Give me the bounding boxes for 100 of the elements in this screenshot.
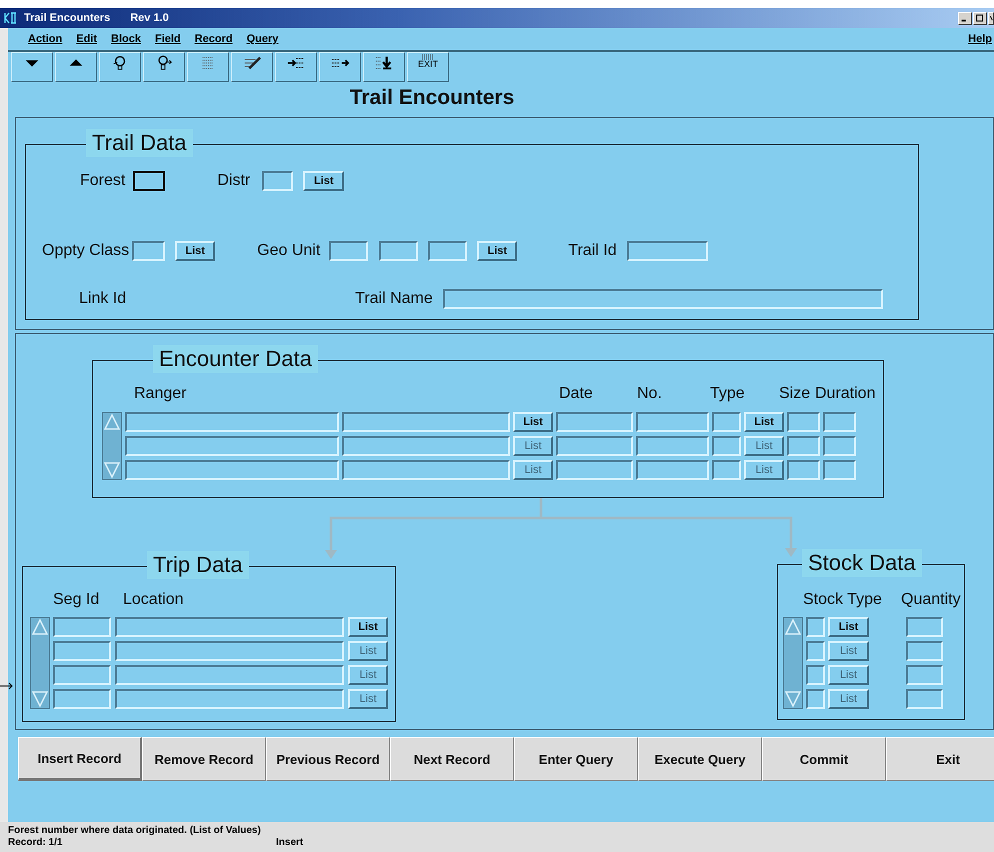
minimize-icon[interactable] bbox=[958, 12, 972, 24]
input-field[interactable] bbox=[906, 617, 943, 637]
input-field[interactable] bbox=[53, 641, 111, 661]
input-field[interactable] bbox=[823, 412, 856, 432]
input-field[interactable] bbox=[442, 289, 883, 309]
list-button[interactable]: List bbox=[828, 617, 869, 637]
input-field[interactable] bbox=[626, 241, 708, 261]
action-button[interactable]: Remove Record bbox=[142, 737, 266, 781]
list-button[interactable]: List bbox=[828, 641, 869, 661]
toolbar-button[interactable] bbox=[319, 52, 361, 82]
input-field[interactable] bbox=[787, 436, 820, 456]
input-field[interactable] bbox=[115, 641, 344, 661]
menu-item[interactable]: Help bbox=[968, 33, 992, 45]
input-field[interactable] bbox=[132, 241, 166, 261]
toolbar-button[interactable] bbox=[275, 52, 317, 82]
input-field[interactable] bbox=[556, 412, 633, 432]
list-button[interactable]: List bbox=[348, 665, 388, 685]
list-button[interactable]: List bbox=[513, 412, 553, 432]
input-field[interactable] bbox=[342, 412, 510, 432]
toolbar-button[interactable] bbox=[55, 52, 97, 82]
menu-item[interactable]: Field bbox=[154, 33, 181, 45]
toolbar-button[interactable] bbox=[11, 52, 53, 82]
list-button[interactable]: List bbox=[744, 460, 784, 480]
scroll-up-icon[interactable] bbox=[103, 413, 121, 431]
list-button[interactable]: List bbox=[477, 241, 518, 261]
input-field[interactable] bbox=[342, 436, 510, 456]
action-button[interactable]: Previous Record bbox=[266, 737, 390, 781]
scroll-down-icon[interactable] bbox=[103, 461, 121, 479]
input-field[interactable] bbox=[428, 241, 468, 261]
scrollbar[interactable] bbox=[783, 617, 803, 709]
list-button[interactable]: List bbox=[348, 617, 388, 637]
list-button[interactable]: List bbox=[828, 665, 869, 685]
input-field[interactable] bbox=[636, 412, 709, 432]
input-field[interactable] bbox=[53, 689, 111, 709]
input-field[interactable] bbox=[906, 665, 943, 685]
action-button[interactable]: Execute Query bbox=[638, 737, 762, 781]
input-field[interactable] bbox=[636, 436, 709, 456]
list-button[interactable]: List bbox=[348, 641, 388, 661]
input-field[interactable] bbox=[115, 689, 344, 709]
list-button[interactable]: List bbox=[175, 241, 216, 261]
input-field[interactable] bbox=[806, 665, 825, 685]
close-icon[interactable] bbox=[988, 12, 994, 24]
scrollbar[interactable] bbox=[30, 617, 50, 709]
list-button[interactable]: List bbox=[744, 412, 784, 432]
toolbar-button[interactable] bbox=[231, 52, 273, 82]
column-header: Quantity bbox=[901, 591, 961, 609]
input-field[interactable] bbox=[806, 641, 825, 661]
toolbar-button[interactable] bbox=[99, 52, 141, 82]
input-field[interactable] bbox=[712, 412, 741, 432]
input-field[interactable] bbox=[636, 460, 709, 480]
input-field[interactable] bbox=[329, 241, 368, 261]
input-field[interactable] bbox=[906, 641, 943, 661]
toolbar-button[interactable] bbox=[143, 52, 185, 82]
input-field[interactable] bbox=[712, 460, 741, 480]
menu-item[interactable]: Query bbox=[246, 33, 278, 45]
input-field[interactable] bbox=[125, 460, 339, 480]
input-field[interactable] bbox=[906, 689, 943, 709]
input-field[interactable] bbox=[379, 241, 418, 261]
input-field[interactable] bbox=[125, 436, 339, 456]
scroll-down-icon[interactable] bbox=[31, 690, 49, 708]
list-button[interactable]: List bbox=[828, 689, 869, 709]
input-field[interactable] bbox=[823, 460, 856, 480]
toolbar-button[interactable]: EXIT bbox=[407, 52, 449, 82]
menu-item[interactable]: Record bbox=[194, 33, 233, 45]
action-button[interactable]: Commit bbox=[762, 737, 886, 781]
input-field[interactable] bbox=[823, 436, 856, 456]
input-field[interactable] bbox=[806, 689, 825, 709]
list-button[interactable]: List bbox=[744, 436, 784, 456]
menu-item[interactable]: Action bbox=[28, 33, 62, 45]
scrollbar[interactable] bbox=[102, 412, 122, 480]
action-button[interactable]: Insert Record bbox=[18, 737, 142, 781]
input-field[interactable] bbox=[787, 412, 820, 432]
input-field[interactable] bbox=[115, 665, 344, 685]
input-field[interactable] bbox=[262, 171, 294, 191]
toolbar-button[interactable] bbox=[363, 52, 405, 82]
action-button[interactable]: Exit bbox=[886, 737, 994, 781]
action-button[interactable]: Enter Query bbox=[514, 737, 638, 781]
list-button[interactable]: List bbox=[348, 689, 388, 709]
action-button[interactable]: Next Record bbox=[390, 737, 514, 781]
scroll-up-icon[interactable] bbox=[784, 618, 802, 636]
menu-item[interactable]: Block bbox=[111, 33, 141, 45]
scroll-down-icon[interactable] bbox=[784, 690, 802, 708]
input-field[interactable] bbox=[342, 460, 510, 480]
menu-item[interactable]: Edit bbox=[76, 33, 98, 45]
input-field[interactable] bbox=[712, 436, 741, 456]
input-field[interactable] bbox=[556, 460, 633, 480]
input-field[interactable] bbox=[806, 617, 825, 637]
list-button[interactable]: List bbox=[303, 171, 344, 191]
input-field[interactable] bbox=[53, 617, 111, 637]
input-field[interactable] bbox=[53, 665, 111, 685]
list-button[interactable]: List bbox=[513, 460, 553, 480]
scroll-up-icon[interactable] bbox=[31, 618, 49, 636]
input-field[interactable] bbox=[115, 617, 344, 637]
frame-title: Trip Data bbox=[147, 551, 249, 579]
input-field[interactable] bbox=[125, 412, 339, 432]
list-button[interactable]: List bbox=[513, 436, 553, 456]
input-field[interactable] bbox=[556, 436, 633, 456]
input-field[interactable] bbox=[787, 460, 820, 480]
input-field[interactable] bbox=[133, 171, 166, 191]
maximize-icon[interactable] bbox=[973, 12, 987, 24]
